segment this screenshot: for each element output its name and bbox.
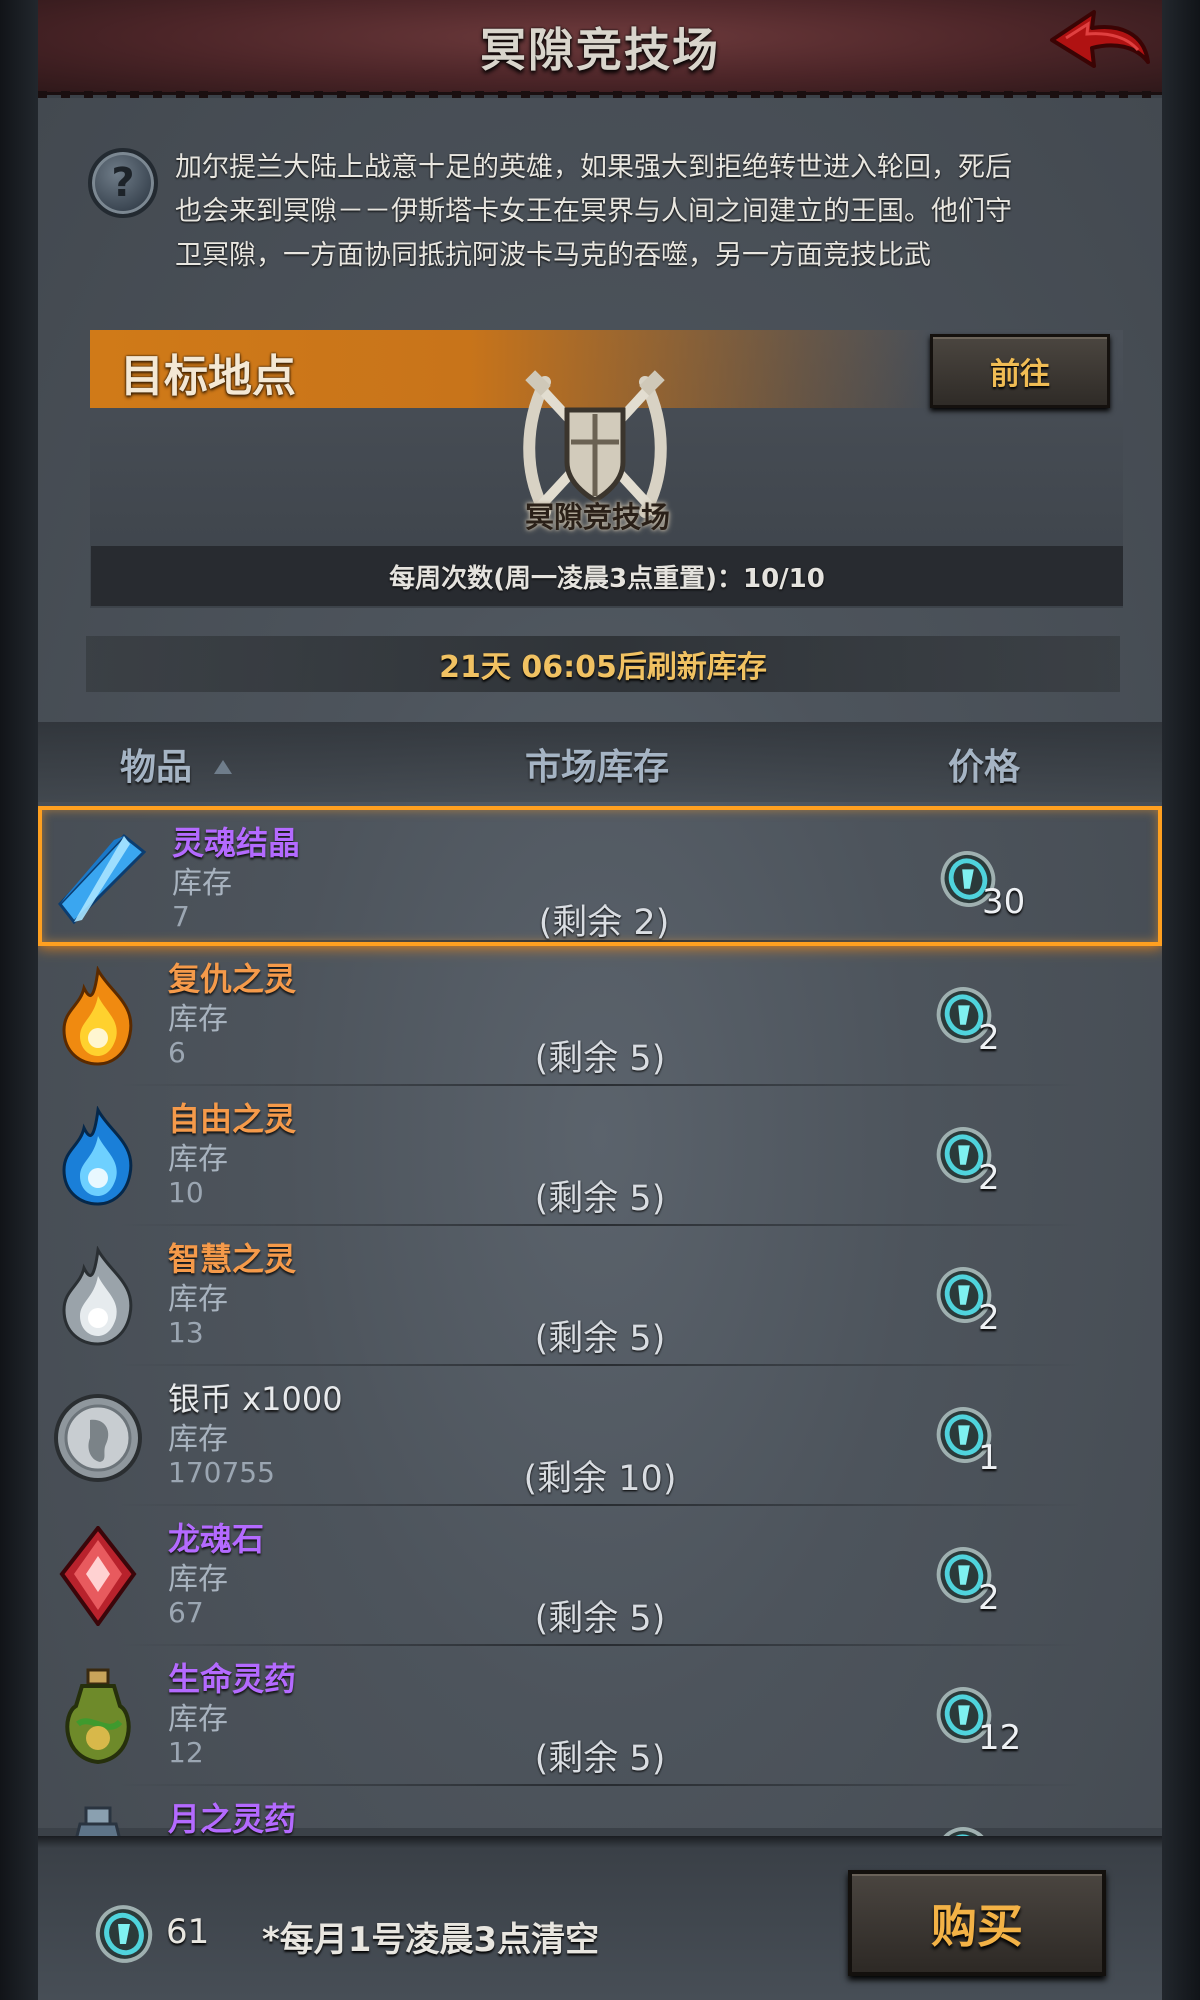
goto-button[interactable]: 前往: [930, 334, 1110, 408]
item-price: 12: [978, 1718, 1022, 1758]
item-row[interactable]: 复仇之灵 库存 6 (剩余 5) 2: [38, 946, 1162, 1086]
item-price: 1: [978, 1438, 1000, 1478]
column-header-stock: 市场库存: [525, 747, 670, 788]
weekly-count-bar: 每周次数(周一凌晨3点重置)：10/10: [91, 546, 1123, 606]
column-header-item[interactable]: 物品: [120, 738, 192, 790]
currency-balance: 61: [166, 1912, 210, 1952]
refresh-timer: 21天 06:05后刷新库存: [86, 636, 1120, 692]
arena-coin-icon: [95, 1905, 153, 1963]
arena-coin-icon: [933, 1824, 995, 1836]
target-location-label: 目标地点: [120, 351, 296, 402]
item-row[interactable]: 龙魂石 库存 67 (剩余 5) 2: [38, 1506, 1162, 1646]
arena-shop-screen: 冥隙竞技场 ? 加尔提兰大陆上战意十足的英雄，如果强大到拒绝转世进入轮回，死后也…: [0, 0, 1200, 2000]
buy-button[interactable]: 购买: [848, 1870, 1106, 1976]
row-divider: [122, 940, 1078, 942]
monthly-clear-note: *每月1号凌晨3点清空: [262, 1920, 600, 1960]
intro-text: 加尔提兰大陆上战意十足的英雄，如果强大到拒绝转世进入轮回，死后也会来到冥隙－－伊…: [175, 152, 1012, 271]
item-price: 2: [978, 1578, 1000, 1618]
sort-asc-icon[interactable]: [214, 760, 232, 774]
item-row[interactable]: 银币 x1000 库存 170755 (剩余 10) 1: [38, 1366, 1162, 1506]
page-title: 冥隙竞技场: [480, 23, 720, 77]
back-arrow-icon[interactable]: [1048, 6, 1152, 86]
moon-potion-icon: [50, 1806, 146, 1836]
right-frame: [1162, 0, 1200, 2000]
item-name: 月之灵药: [168, 1800, 297, 1836]
left-frame: [0, 0, 38, 2000]
item-row[interactable]: 灵魂结晶 库存 7 (剩余 2) 30: [38, 806, 1162, 946]
title-bar: 冥隙竞技场: [38, 0, 1162, 99]
item-row[interactable]: 智慧之灵 库存 13 (剩余 5) 2: [38, 1226, 1162, 1366]
arena-name-label: 冥隙竞技场: [524, 500, 670, 534]
item-price: 2: [978, 1298, 1000, 1338]
item-price: 2: [978, 1018, 1000, 1058]
column-header-price: 价格: [948, 747, 1021, 788]
help-icon[interactable]: ?: [88, 148, 158, 218]
item-price: 30: [982, 882, 1026, 922]
item-row[interactable]: 生命灵药 库存 12 (剩余 5) 12: [38, 1646, 1162, 1786]
item-list[interactable]: 灵魂结晶 库存 7 (剩余 2) 30 复仇之灵 库存 6 (剩余 5) 2 自由之灵 库存 10 (剩余…: [38, 806, 1162, 1836]
item-row[interactable]: 月之灵药库存: [38, 1786, 1162, 1836]
item-price: 2: [978, 1158, 1000, 1198]
item-row[interactable]: 自由之灵 库存 10 (剩余 5) 2: [38, 1086, 1162, 1226]
